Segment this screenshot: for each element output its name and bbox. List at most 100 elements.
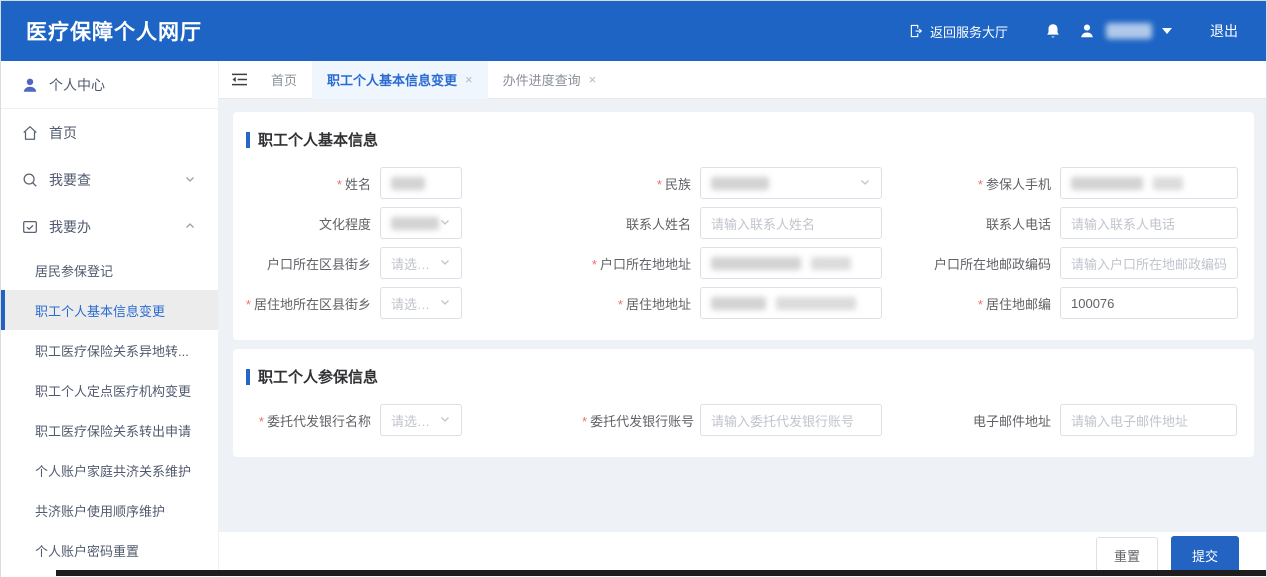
sidebar-subitem-mutual-account-order[interactable]: 共济账户使用顺序维护 [1, 490, 218, 530]
sidebar-item-label: 我要办 [49, 217, 91, 237]
nation-select[interactable] [700, 167, 882, 199]
sidebar-item-label: 首页 [49, 123, 77, 143]
field-label: 委托代发银行名称 [267, 414, 371, 429]
submit-button[interactable]: 提交 [1171, 536, 1239, 575]
field-label: 联系人姓名 [626, 217, 691, 232]
email-input[interactable]: 请输入电子邮件地址 [1060, 404, 1237, 436]
tab-close-icon[interactable]: × [465, 72, 473, 87]
field-hukou-postcode: 户口所在地邮政编码 请输入户口所在地邮政编码 [912, 247, 1239, 279]
subitem-label: 职工医疗保险关系异地转... [35, 341, 189, 360]
residence-address-input[interactable] [700, 287, 882, 319]
user-icon [1078, 22, 1096, 40]
placeholder-text: 请选择居住地所在区县街乡 [391, 294, 439, 313]
exit-document-icon [908, 23, 923, 39]
chevron-down-icon [184, 172, 196, 188]
subitem-label: 个人账户家庭共济关系维护 [35, 461, 191, 480]
chevron-down-icon [859, 176, 871, 191]
user-avatar-button[interactable] [1078, 22, 1096, 40]
tab-employee-info-change[interactable]: 职工个人基本信息变更 × [312, 61, 488, 99]
tab-label: 办件进度查询 [503, 70, 581, 89]
sidebar-subitem-password-reset[interactable]: 个人账户密码重置 [1, 530, 218, 570]
insurance-info-card: 职工个人参保信息 *委托代发银行名称 请选择委托代发银行名称 *委托代发银行账号… [233, 349, 1254, 457]
logout-button[interactable]: 退出 [1210, 21, 1238, 41]
placeholder-text: 请输入电子邮件地址 [1071, 411, 1188, 430]
required-mark: * [337, 177, 342, 192]
app-title: 医疗保障个人网厅 [26, 16, 202, 46]
redacted-value [1153, 177, 1183, 190]
field-residence-district: *居住地所在区县街乡 请选择居住地所在区县街乡 [245, 287, 582, 319]
sidebar-subitem-insurance-transfer-remote[interactable]: 职工医疗保险关系异地转... [1, 330, 218, 370]
hukou-district-select[interactable]: 请选择户口所在区县街乡 [380, 247, 462, 279]
field-phone: *参保人手机 [912, 167, 1239, 199]
redacted-value [391, 177, 425, 190]
placeholder-text: 请输入户口所在地邮政编码 [1071, 254, 1227, 273]
chevron-down-icon [439, 296, 451, 311]
sidebar-subitem-insurance-transfer-out[interactable]: 职工医疗保险关系转出申请 [1, 410, 218, 450]
sidebar-subitem-designated-hospital-change[interactable]: 职工个人定点医疗机构变更 [1, 370, 218, 410]
return-hall-button[interactable]: 返回服务大厅 [908, 22, 1008, 41]
sidebar-item-handle[interactable]: 我要办 [1, 203, 218, 250]
sidebar-subitem-employee-info-change[interactable]: 职工个人基本信息变更 [1, 290, 218, 330]
tab-label: 职工个人基本信息变更 [327, 70, 457, 89]
field-residence-address: *居住地地址 [582, 287, 912, 319]
required-mark: * [582, 414, 587, 429]
contact-phone-input[interactable]: 请输入联系人电话 [1060, 207, 1238, 239]
section-title: 职工个人基本信息 [258, 129, 378, 150]
tab-label: 首页 [271, 70, 297, 89]
phone-input[interactable] [1060, 167, 1238, 199]
contact-name-input[interactable]: 请输入联系人姓名 [700, 207, 882, 239]
collapse-sidebar-icon[interactable] [226, 67, 252, 93]
sidebar-item-label: 个人中心 [49, 75, 105, 95]
sidebar-item-query[interactable]: 我要查 [1, 156, 218, 203]
field-label: 居住地所在区县街乡 [254, 297, 371, 312]
section-accent-bar [246, 369, 250, 385]
name-input[interactable] [380, 167, 462, 199]
field-hukou-district: 户口所在区县街乡 请选择户口所在区县街乡 [245, 247, 582, 279]
redacted-value [1071, 177, 1143, 190]
placeholder-text: 请选择户口所在区县街乡 [391, 254, 439, 273]
required-mark: * [657, 177, 662, 192]
hukou-address-input[interactable] [700, 247, 882, 279]
subitem-label: 共济账户使用顺序维护 [35, 501, 165, 520]
required-mark: * [978, 177, 983, 192]
placeholder-text: 请输入联系人电话 [1071, 214, 1175, 233]
bank-account-input[interactable]: 请输入委托代发银行账号 [700, 404, 882, 436]
residence-district-select[interactable]: 请选择居住地所在区县街乡 [380, 287, 462, 319]
residence-postcode-input[interactable]: 100076 [1060, 287, 1238, 319]
field-label: 户口所在地邮政编码 [934, 257, 1051, 272]
placeholder-text: 请选择委托代发银行名称 [391, 411, 439, 430]
section-accent-bar [246, 132, 250, 148]
subitem-label: 职工个人基本信息变更 [35, 301, 165, 320]
field-nation: *民族 [582, 167, 912, 199]
tab-home[interactable]: 首页 [256, 61, 312, 99]
tab-close-icon[interactable]: × [589, 72, 597, 87]
folder-check-icon [21, 218, 39, 236]
window-bottom-edge [56, 570, 1266, 576]
field-residence-postcode: *居住地邮编 100076 [912, 287, 1239, 319]
sidebar-item-personal-center[interactable]: 个人中心 [1, 61, 218, 108]
basic-info-card: 职工个人基本信息 *姓名 *民族 *参保人手机 [233, 112, 1254, 340]
tab-progress-query[interactable]: 办件进度查询 × [488, 61, 612, 99]
sidebar-subitem-resident-registration[interactable]: 居民参保登记 [1, 250, 218, 290]
field-label: 户口所在地地址 [600, 257, 691, 272]
sidebar-subitem-family-mutual-aid[interactable]: 个人账户家庭共济关系维护 [1, 450, 218, 490]
redacted-value [711, 297, 766, 310]
bank-name-select[interactable]: 请选择委托代发银行名称 [380, 404, 462, 436]
return-hall-label: 返回服务大厅 [930, 22, 1008, 41]
notifications-button[interactable] [1044, 22, 1062, 41]
sidebar-item-label: 我要查 [49, 170, 91, 190]
education-select[interactable] [380, 207, 462, 239]
chevron-down-icon [439, 413, 451, 428]
chevron-down-icon[interactable] [1162, 28, 1172, 34]
subitem-label: 居民参保登记 [35, 261, 113, 280]
reset-button[interactable]: 重置 [1096, 537, 1158, 574]
required-mark: * [259, 414, 264, 429]
user-icon [21, 76, 39, 94]
field-label: 文化程度 [319, 217, 371, 232]
hukou-postcode-input[interactable]: 请输入户口所在地邮政编码 [1060, 247, 1238, 279]
sidebar-item-home[interactable]: 首页 [1, 109, 218, 156]
field-name: *姓名 [245, 167, 582, 199]
home-icon [21, 124, 39, 142]
field-label: 电子邮件地址 [973, 414, 1051, 429]
field-hukou-address: *户口所在地地址 [582, 247, 912, 279]
